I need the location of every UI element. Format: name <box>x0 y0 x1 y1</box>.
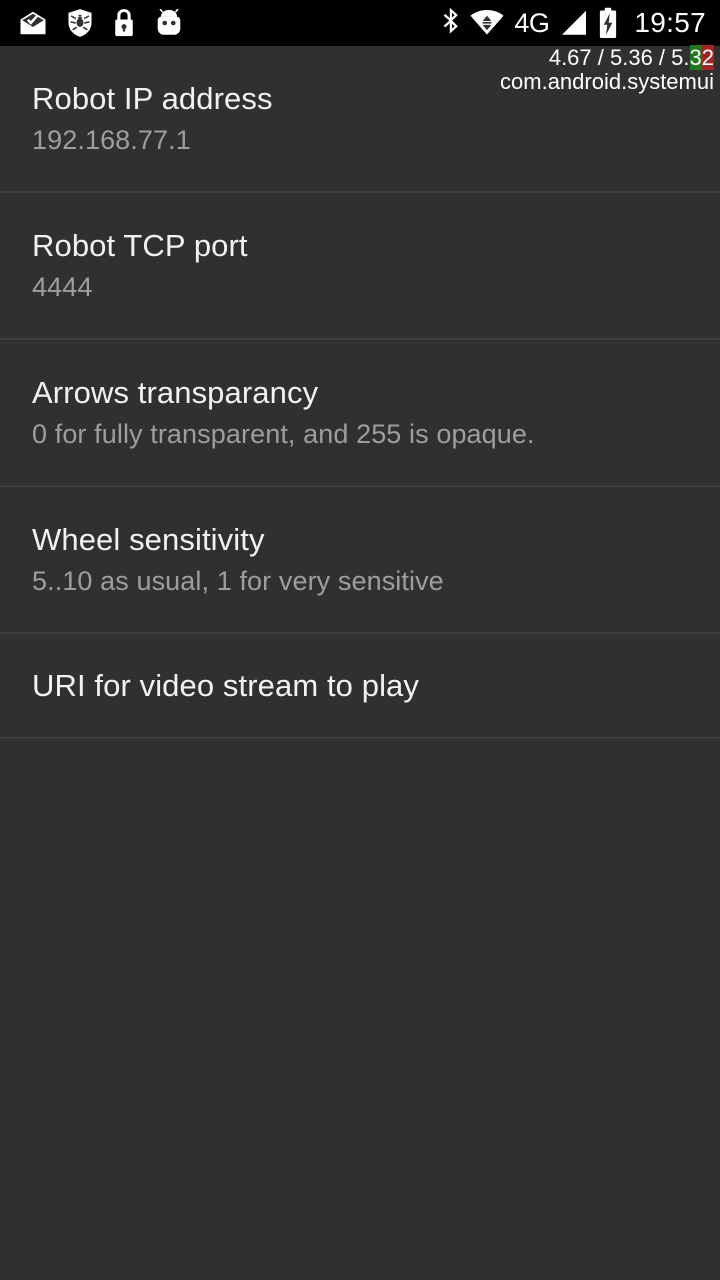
android-head-icon <box>154 8 184 37</box>
load-average-text: 4.67 / 5.36 / 5.32 <box>500 45 714 70</box>
signal-bars-icon <box>559 9 589 37</box>
preference-summary: 4444 <box>32 272 93 302</box>
status-bar-notification-icons <box>18 8 184 38</box>
load-average-prefix: 4.67 / 5.36 / 5. <box>548 45 690 70</box>
email-inbox-icon <box>18 8 48 38</box>
preference-item-wheel-sensitivity[interactable]: Wheel sensitivity 5..10 as usual, 1 for … <box>0 487 720 634</box>
preference-item-robot-tcp-port[interactable]: Robot TCP port 4444 <box>0 193 720 340</box>
status-bar-clock: 19:57 <box>634 7 706 38</box>
status-bar-system-icons: 4G 19:57 <box>441 7 706 39</box>
performance-overlay: 4.67 / 5.36 / 5.32 com.android.systemui <box>500 45 714 95</box>
preference-title: URI for video stream to play <box>32 667 419 703</box>
preference-item-arrows-transparancy[interactable]: Arrows transparancy 0 for fully transpar… <box>0 340 720 487</box>
wifi-icon <box>470 8 504 38</box>
preference-title: Wheel sensitivity <box>32 522 265 557</box>
load-average-green-digit: 3 <box>689 45 702 70</box>
battery-charging-icon <box>598 7 618 39</box>
preferences-list: Robot IP address 192.168.77.1 Robot TCP … <box>0 46 720 739</box>
shield-antivirus-icon <box>66 8 94 38</box>
preference-summary: 0 for fully transparent, and 255 is opaq… <box>32 419 535 449</box>
preference-title: Arrows transparancy <box>32 375 319 410</box>
lock-icon <box>112 8 136 38</box>
preference-title: Robot TCP port <box>32 228 248 263</box>
bluetooth-icon <box>441 7 461 39</box>
preference-item-video-stream-uri[interactable]: URI for video stream to play <box>0 634 720 739</box>
process-name-text: com.android.systemui <box>500 69 714 95</box>
preference-summary: 192.168.77.1 <box>32 125 191 155</box>
status-bar[interactable]: 4G 19:57 <box>0 0 720 46</box>
load-average-red-digit: 2 <box>701 45 714 70</box>
preference-summary: 5..10 as usual, 1 for very sensitive <box>32 566 444 596</box>
network-type-label: 4G <box>514 7 550 38</box>
